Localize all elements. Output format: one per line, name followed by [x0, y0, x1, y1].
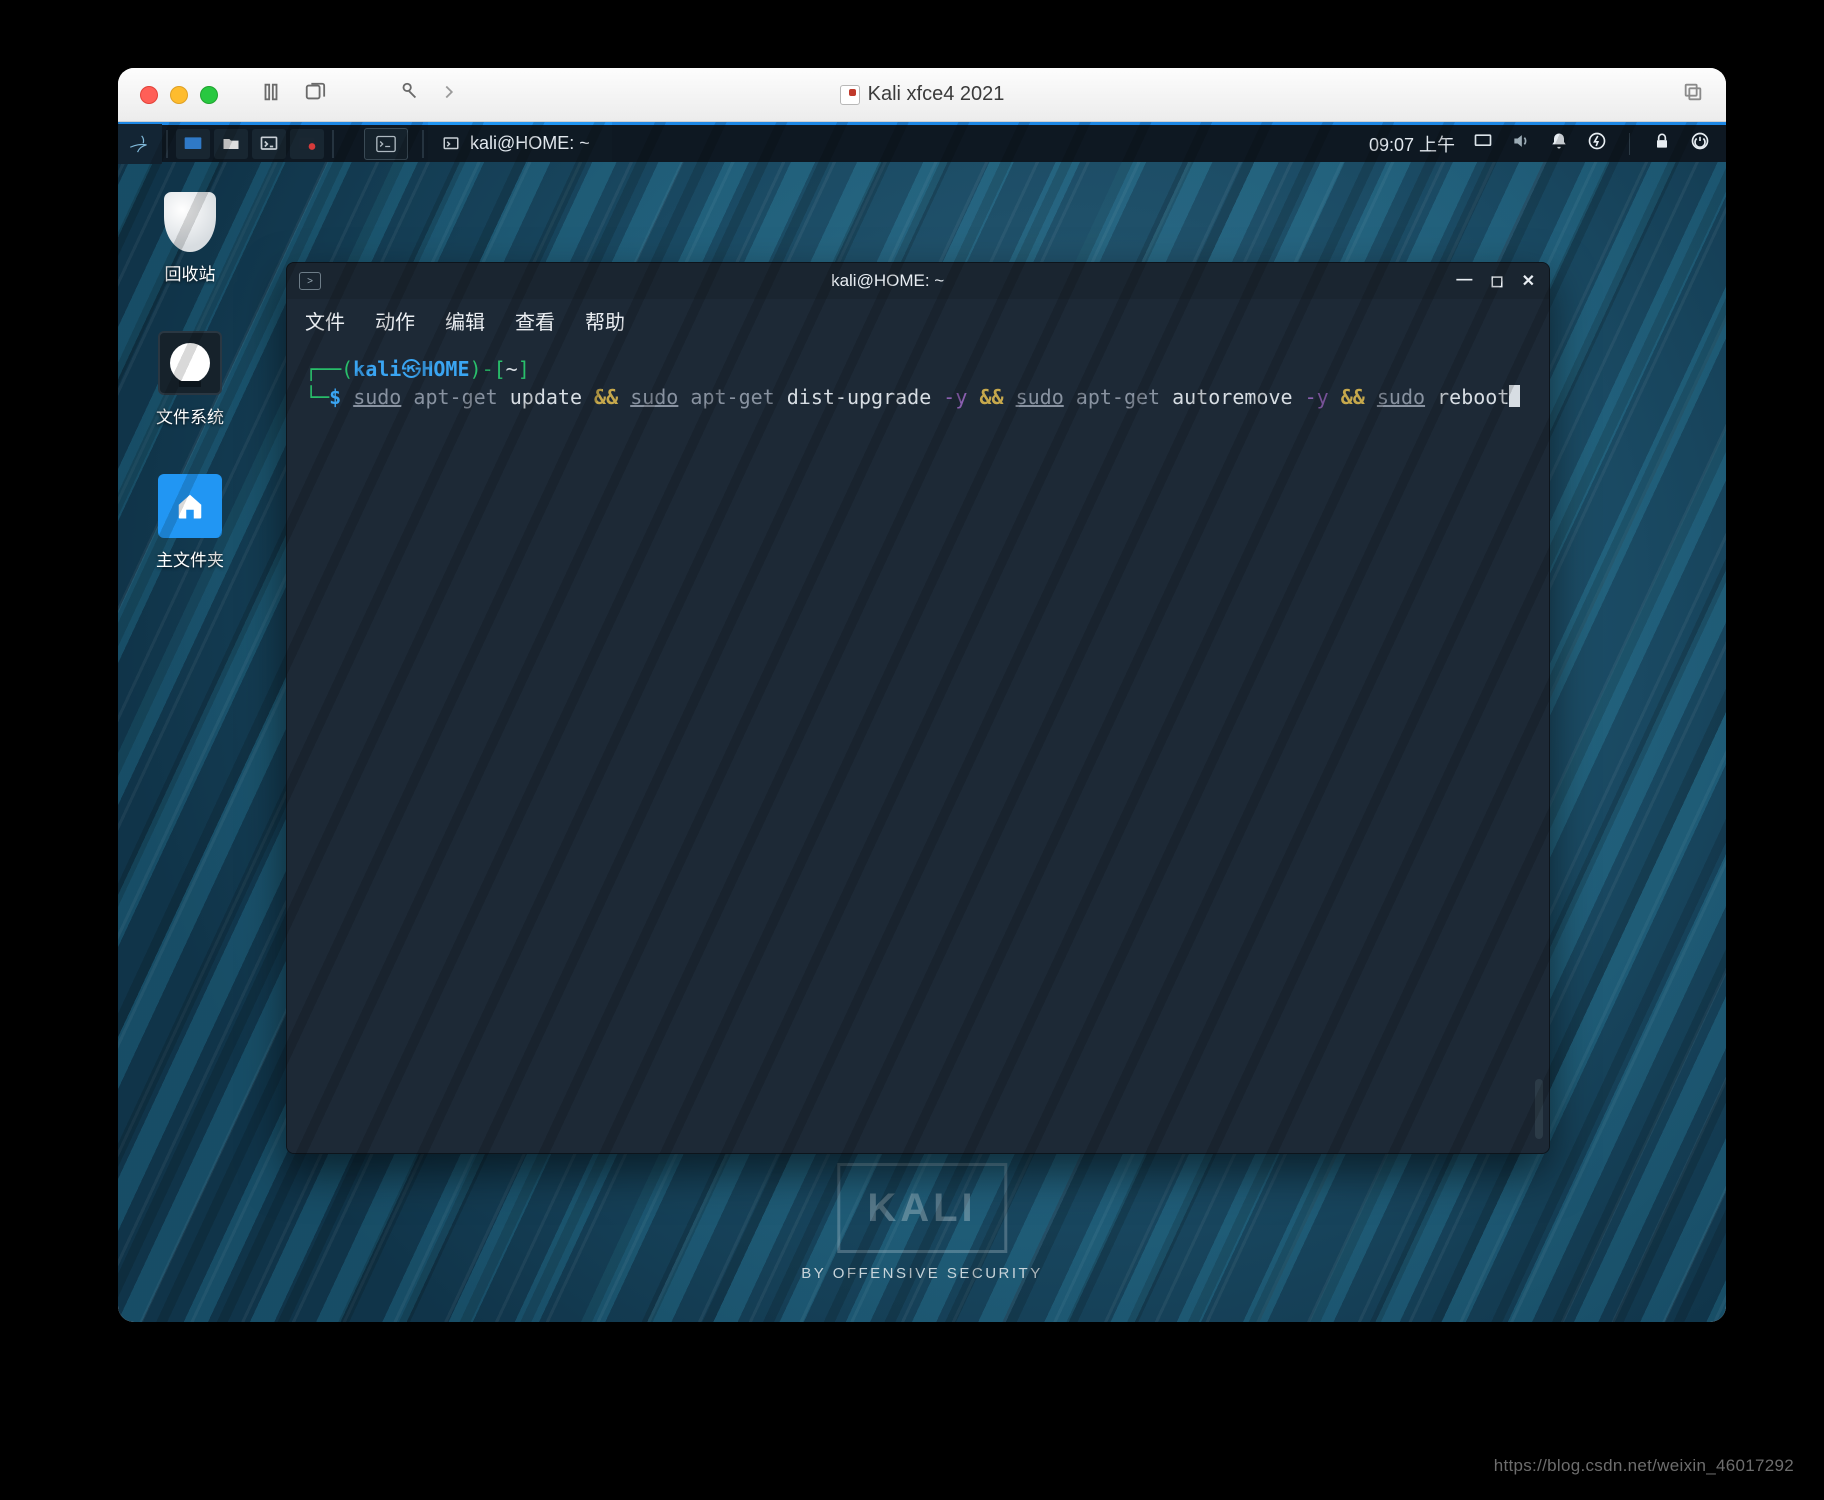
taskbar-title: kali@HOME: ~: [470, 133, 590, 154]
vm-window: Kali xfce4 2021 KALI BY OFFENSIVE SECURI…: [118, 68, 1726, 1322]
window-title-text: Kali xfce4 2021: [868, 83, 1005, 106]
desktop-icon-label: 回收站: [140, 260, 240, 285]
terminal-minimize-button[interactable]: —: [1456, 271, 1472, 291]
pinned-record-icon[interactable]: [290, 129, 324, 159]
toolbar-icons: [260, 81, 460, 108]
disk-icon: [158, 331, 222, 395]
terminal-maximize-button[interactable]: ◻: [1490, 271, 1503, 291]
mac-titlebar: Kali xfce4 2021: [118, 68, 1726, 122]
desktop-icon-filesystem[interactable]: 文件系统: [140, 331, 240, 428]
trash-icon: [164, 192, 216, 252]
traffic-lights: [140, 86, 218, 104]
minimize-button[interactable]: [170, 86, 188, 104]
power-icon[interactable]: [1587, 131, 1607, 156]
clock[interactable]: 09:07 上午: [1369, 131, 1455, 157]
notifications-icon[interactable]: [1549, 131, 1569, 156]
menu-view[interactable]: 查看: [515, 306, 555, 335]
terminal-cursor: [1509, 385, 1520, 407]
menu-file[interactable]: 文件: [305, 306, 345, 335]
menu-actions[interactable]: 动作: [375, 306, 415, 335]
volume-icon[interactable]: [1511, 131, 1531, 156]
kali-branding: KALI BY OFFENSIVE SECURITY: [801, 1163, 1042, 1282]
menu-edit[interactable]: 编辑: [445, 306, 485, 335]
maximize-button[interactable]: [200, 86, 218, 104]
panel-separator: [166, 130, 168, 158]
home-icon: [158, 474, 222, 538]
pause-icon[interactable]: [260, 81, 282, 108]
running-terminal-thumb[interactable]: [364, 128, 408, 160]
vm-doc-icon: [840, 85, 860, 105]
terminal-window: kali@HOME: ~ — ◻ ✕ 文件 动作 编辑 查看 帮助 ┌──(ka…: [286, 262, 1550, 1154]
tray-separator: [1629, 133, 1630, 155]
terminal-command-line: └─$ sudo apt-get update && sudo apt-get …: [305, 383, 1531, 411]
terminal-window-controls: — ◻ ✕: [1442, 271, 1549, 291]
pinned-files-icon[interactable]: [214, 129, 248, 159]
panel-separator: [332, 130, 334, 158]
snapshot-icon[interactable]: [304, 81, 326, 108]
terminal-menubar: 文件 动作 编辑 查看 帮助: [287, 299, 1549, 341]
close-button[interactable]: [140, 86, 158, 104]
terminal-close-button[interactable]: ✕: [1522, 271, 1535, 291]
menu-help[interactable]: 帮助: [585, 306, 625, 335]
workspace-icon[interactable]: [1473, 131, 1493, 156]
expand-icon[interactable]: [1682, 81, 1704, 108]
logout-icon[interactable]: [1690, 131, 1710, 156]
desktop-icon-home[interactable]: 主文件夹: [140, 474, 240, 571]
forward-icon[interactable]: [438, 81, 460, 108]
pinned-apps: [172, 129, 328, 159]
kali-logo: KALI: [837, 1163, 1007, 1253]
panel-separator: [422, 130, 424, 158]
desktop-icon-label: 文件系统: [140, 403, 240, 428]
terminal-prompt-line: ┌──(kali㉿HOME)-[~]: [305, 355, 1531, 383]
pinned-desktop-icon[interactable]: [176, 129, 210, 159]
desktop-icons: 回收站 文件系统 主文件夹: [140, 192, 240, 571]
kali-menu-button[interactable]: [118, 124, 162, 164]
kali-desktop: KALI BY OFFENSIVE SECURITY: [118, 122, 1726, 1322]
taskbar-terminal-button[interactable]: kali@HOME: ~: [428, 122, 612, 162]
kali-tagline: BY OFFENSIVE SECURITY: [801, 1265, 1042, 1282]
terminal-body[interactable]: ┌──(kali㉿HOME)-[~] └─$ sudo apt-get upda…: [287, 341, 1549, 1153]
terminal-titlebar[interactable]: kali@HOME: ~ — ◻ ✕: [287, 263, 1549, 299]
settings-icon[interactable]: [398, 81, 420, 108]
lock-icon[interactable]: [1652, 131, 1672, 156]
terminal-scrollbar[interactable]: [1535, 1079, 1543, 1139]
desktop-icon-trash[interactable]: 回收站: [140, 192, 240, 285]
terminal-title-icon: [299, 272, 321, 290]
desktop-icon-label: 主文件夹: [140, 546, 240, 571]
terminal-title-text: kali@HOME: ~: [333, 271, 1442, 291]
pinned-terminal-icon[interactable]: [252, 129, 286, 159]
system-tray: 09:07 上午: [1353, 131, 1726, 157]
watermark: https://blog.csdn.net/weixin_46017292: [1494, 1456, 1794, 1476]
kali-panel: kali@HOME: ~ 09:07 上午: [118, 122, 1726, 162]
